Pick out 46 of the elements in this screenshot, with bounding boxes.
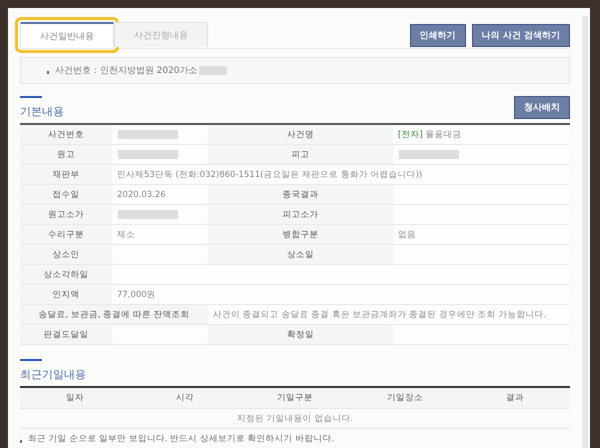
field-value: 물품대금: [426, 128, 462, 140]
redacted-block: [118, 130, 178, 139]
field-label: 판결도달일: [20, 325, 112, 345]
section-heading: 최근기일내용: [20, 367, 86, 382]
column-header: 일자: [65, 392, 85, 404]
field-label: 상소일: [208, 245, 393, 265]
field-value: 없음: [398, 228, 416, 240]
search-button[interactable]: 나의 사건 검색하기: [472, 24, 570, 47]
field-label: 사건명: [208, 125, 393, 145]
electronic-tag: [전자]: [398, 128, 423, 140]
case-number-text: 사건번호 : 인천지방법원 2020가소: [55, 65, 198, 77]
field-value: 사건이 종결되고 송달료 종결 혹은 보관금계좌가 종결된 경우에만 조회 가능합니다.: [213, 308, 546, 320]
column-header: 시각: [175, 392, 195, 404]
field-label: 접수일: [20, 185, 112, 205]
column-header: 기일구분: [276, 392, 314, 404]
building-layout-button[interactable]: 청사배치: [514, 96, 570, 119]
field-value: 2020.03.26: [117, 190, 166, 200]
field-label: 피고소가: [208, 205, 393, 225]
section-heading: 기본내용: [20, 104, 64, 119]
field-value: 민사제53단독 (전화:032)860-1511(금요일은 재판으로 통화가 어렵습니다)): [117, 168, 422, 180]
field-label: 상소인: [20, 245, 112, 265]
print-button[interactable]: 인쇄하기: [410, 24, 466, 47]
field-value: 제소: [117, 228, 135, 240]
field-label: 종국결과: [208, 185, 393, 205]
heading-accent-line: [20, 96, 42, 98]
note-text: 최근 기일 순으로 일부만 보입니다. 반드시 상세보기로 확인하시기 바랍니다.: [28, 433, 334, 445]
field-label: 사건번호: [20, 125, 112, 145]
field-label: 인지액: [20, 285, 112, 305]
field-label: 원고소가: [20, 205, 112, 225]
field-label: 원고: [20, 145, 112, 165]
redacted-block: [118, 150, 178, 159]
field-label: 병합구분: [208, 225, 393, 245]
field-label: 피고: [208, 145, 393, 165]
field-label: 재판부: [20, 165, 112, 185]
tab[interactable]: 사건진행내용: [114, 22, 208, 47]
field-label: 수리구분: [20, 225, 112, 245]
field-label: 확정일: [208, 325, 393, 345]
field-label: 상소각하일: [20, 265, 112, 285]
heading-accent-line: [20, 359, 42, 361]
field-label: 송달료, 보관금, 종결에 따른 잔액조회: [20, 305, 208, 325]
empty-message: 지정된 기일내용이 없습니다.: [20, 409, 570, 429]
field-value: 77,000원: [117, 288, 156, 300]
column-header: 기일장소: [386, 392, 424, 404]
redacted-block: [118, 210, 178, 219]
redacted-block: [399, 150, 459, 159]
column-header: 결과: [505, 392, 525, 404]
